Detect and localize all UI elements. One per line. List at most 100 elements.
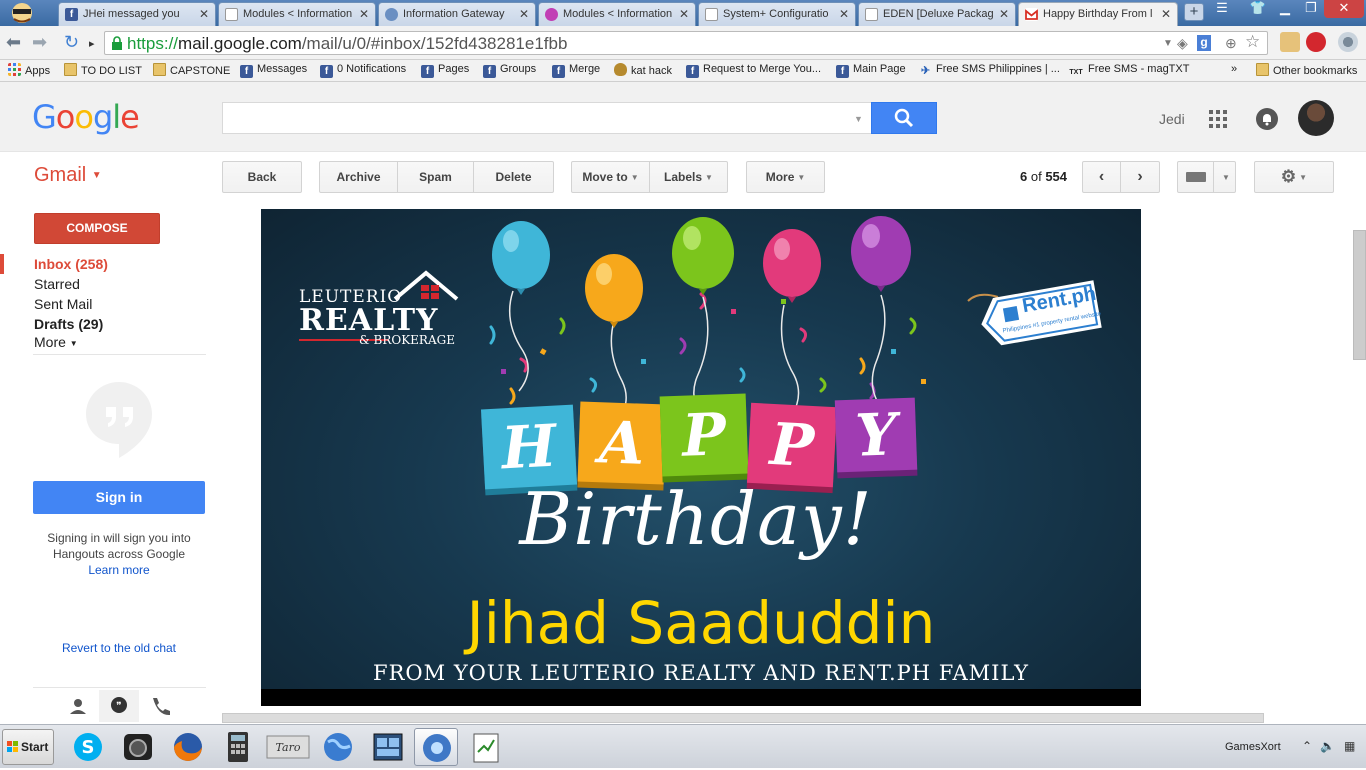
opera-extension-icon[interactable] <box>1306 32 1326 52</box>
reload-icon[interactable]: ↻ <box>64 33 79 51</box>
close-icon[interactable]: ✕ <box>999 7 1009 21</box>
tab-system-configuration[interactable]: System+ Configuratio ✕ <box>698 2 856 26</box>
bookmark-notifications[interactable]: f 0 Notifications <box>320 63 406 78</box>
user-name[interactable]: Jedi <box>1159 111 1185 127</box>
delete-button[interactable]: Delete <box>473 161 554 193</box>
phone-icon[interactable] <box>139 690 179 722</box>
profile-avatar-icon[interactable] <box>4 0 40 26</box>
bookmark-to-do-list[interactable]: TO DO LIST <box>64 63 142 77</box>
more-button[interactable]: More ▼ <box>746 161 825 193</box>
archive-button[interactable]: Archive <box>319 161 398 193</box>
globe-icon[interactable] <box>316 728 360 766</box>
search-options-caret-icon[interactable]: ▼ <box>854 114 863 124</box>
bookmark-messages[interactable]: f Messages <box>240 63 307 78</box>
tray-label[interactable]: GamesXort <box>1225 741 1281 753</box>
revert-old-chat-link[interactable]: Revert to the old chat <box>33 641 205 655</box>
settings-gear-icon[interactable] <box>1338 32 1358 52</box>
tab-happy-birthday[interactable]: Happy Birthday From l ✕ <box>1018 2 1178 26</box>
bookmark-other-bookmarks[interactable]: Other bookmarks <box>1256 63 1357 77</box>
bookmark-kat-hack[interactable]: kat hack <box>614 63 672 77</box>
show-hidden-icons-chevron-icon[interactable]: ⌃ <box>1302 739 1312 753</box>
close-icon[interactable]: ✕ <box>199 7 209 21</box>
bookmark-groups[interactable]: f Groups <box>483 63 536 78</box>
nav-starred[interactable]: Starred <box>34 276 80 292</box>
input-tools-button[interactable] <box>1177 161 1214 193</box>
window-app-icon[interactable] <box>366 728 410 766</box>
tab-modules-2[interactable]: Modules < Information ✕ <box>538 2 696 26</box>
tab-modules-1[interactable]: Modules < Information ✕ <box>218 2 376 26</box>
window-close-icon[interactable]: ✕ <box>1324 0 1364 18</box>
tab-list-icon[interactable]: ☰ <box>1212 0 1232 18</box>
close-icon[interactable]: ✕ <box>679 7 689 21</box>
close-icon[interactable]: ✕ <box>359 7 369 21</box>
search-button[interactable] <box>871 102 937 134</box>
shirt-icon[interactable]: 👕 <box>1248 0 1268 18</box>
labels-button[interactable]: Labels ▼ <box>649 161 728 193</box>
compose-button[interactable]: COMPOSE <box>34 213 160 244</box>
chrome-globe-icon[interactable] <box>414 728 458 766</box>
firefox-icon[interactable] <box>166 728 210 766</box>
start-button[interactable]: Start <box>2 729 54 765</box>
gmail-menu[interactable]: Gmail ▼ <box>34 164 102 187</box>
dropdown-caret-icon[interactable]: ▼ <box>1163 38 1173 49</box>
hangouts-sign-in-button[interactable]: Sign in <box>33 481 205 514</box>
account-avatar[interactable] <box>1298 100 1334 136</box>
page-action-icon[interactable]: ▸ <box>89 35 95 53</box>
nav-inbox[interactable]: Inbox (258) <box>34 256 108 272</box>
tab-facebook[interactable]: f JHei messaged you ✕ <box>58 2 216 26</box>
apps-grid-icon[interactable] <box>1209 110 1227 128</box>
spam-button[interactable]: Spam <box>397 161 474 193</box>
search-input[interactable] <box>222 102 872 134</box>
happy-letter-p2: P <box>746 402 838 488</box>
nav-drafts[interactable]: Drafts (29) <box>34 316 103 332</box>
bookmark-pages[interactable]: f Pages <box>421 63 469 78</box>
zoom-icon[interactable]: ⊕ <box>1225 35 1237 52</box>
notifications-bell-icon[interactable] <box>1256 108 1278 130</box>
vertical-scrollbar[interactable] <box>1353 230 1366 360</box>
minimize-icon[interactable]: ▁ <box>1272 0 1298 18</box>
settings-button[interactable]: ⚙ ▼ <box>1254 161 1334 193</box>
camera-icon[interactable] <box>116 728 160 766</box>
calculator-icon[interactable] <box>216 728 260 766</box>
skype-icon[interactable]: S <box>66 728 110 766</box>
move-to-label: Move to <box>582 170 628 184</box>
newer-button[interactable]: ‹ <box>1082 161 1121 193</box>
extension-diamond-icon[interactable]: ◈ <box>1177 35 1188 52</box>
close-icon[interactable]: ✕ <box>1161 7 1171 21</box>
nav-sent-mail[interactable]: Sent Mail <box>34 296 92 312</box>
hangouts-chat-icon[interactable]: ❞ <box>99 690 139 722</box>
notepad-icon[interactable] <box>464 728 508 766</box>
bookmarks-overflow[interactable]: » <box>1231 63 1237 75</box>
network-icon[interactable]: ▦ <box>1344 739 1355 753</box>
google-logo[interactable]: Google <box>32 98 140 136</box>
extension-off-icon[interactable] <box>1280 32 1300 52</box>
taro-app-icon[interactable]: Taro <box>264 728 312 766</box>
bookmark-free-sms-philippines[interactable]: ✈ Free SMS Philippines | ... <box>919 63 1060 78</box>
bookmark-main-page[interactable]: f Main Page <box>836 63 906 78</box>
bookmark-star-icon[interactable]: ☆ <box>1245 32 1260 52</box>
horizontal-scrollbar[interactable] <box>222 713 1264 723</box>
address-bar[interactable]: https://mail.google.com/mail/u/0/#inbox/… <box>104 31 1268 55</box>
bookmark-request-to-merge[interactable]: f Request to Merge You... <box>686 63 821 78</box>
tab-information-gateway[interactable]: Information Gateway ✕ <box>378 2 536 26</box>
older-button[interactable]: › <box>1120 161 1160 193</box>
learn-more-link[interactable]: Learn more <box>88 563 149 577</box>
new-tab-button[interactable]: + <box>1184 3 1204 21</box>
move-to-button[interactable]: Move to ▼ <box>571 161 650 193</box>
input-tools-dropdown[interactable]: ▼ <box>1213 161 1236 193</box>
bookmark-apps[interactable]: Apps <box>8 63 50 77</box>
bookmark-capstone[interactable]: CAPSTONE <box>153 63 230 77</box>
contacts-person-icon[interactable] <box>58 690 98 722</box>
bookmark-merge[interactable]: f Merge <box>552 63 600 78</box>
nav-more[interactable]: More ▼ <box>34 334 78 350</box>
google-g-icon[interactable]: g <box>1197 35 1211 51</box>
close-icon[interactable]: ✕ <box>519 7 529 21</box>
forward-arrow-icon[interactable]: ➡ <box>32 33 47 51</box>
volume-icon[interactable]: 🔈 <box>1320 739 1335 753</box>
close-icon[interactable]: ✕ <box>839 7 849 21</box>
back-button[interactable]: Back <box>222 161 302 193</box>
bookmark-magtxt[interactable]: TXT Free SMS - magTXT <box>1068 63 1189 79</box>
restore-icon[interactable]: ❐ <box>1298 0 1324 18</box>
back-arrow-icon[interactable]: ⬅ <box>6 33 21 51</box>
tab-eden[interactable]: EDEN [Deluxe Packag ✕ <box>858 2 1016 26</box>
